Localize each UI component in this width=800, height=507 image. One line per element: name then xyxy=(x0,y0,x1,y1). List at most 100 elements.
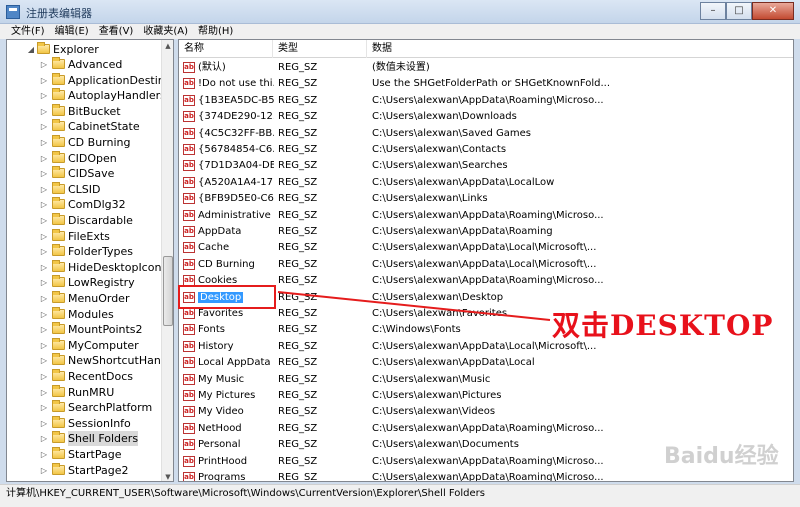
value-row[interactable]: ab My Music REG_SZ C:\Users\alexwan\Music xyxy=(179,372,793,388)
tree-vertical-scrollbar[interactable]: ▲ ▼ xyxy=(161,40,173,481)
minimize-button[interactable]: – xyxy=(700,2,726,20)
menu-view[interactable]: 查看(V) xyxy=(94,24,139,39)
expand-arrow-icon[interactable]: ▷ xyxy=(40,166,48,181)
expand-arrow-icon[interactable]: ▷ xyxy=(40,307,48,322)
value-row[interactable]: ab Local AppData REG_SZ C:\Users\alexwan\Ap… xyxy=(179,355,793,371)
values-list[interactable]: 名称 类型 数据 ab (默认) REG_SZ (数值未设置) ab !Do not us… xyxy=(178,39,794,482)
expand-arrow-icon[interactable]: ▷ xyxy=(40,213,48,228)
menu-favorites[interactable]: 收藏夹(A) xyxy=(138,24,193,39)
expand-arrow-icon[interactable]: ▷ xyxy=(40,369,48,384)
expand-arrow-icon[interactable]: ▷ xyxy=(40,229,48,244)
expand-arrow-icon[interactable]: ▷ xyxy=(40,57,48,72)
tree-item[interactable]: ▷ FolderTypes xyxy=(7,244,167,259)
tree-item[interactable]: ▷ FileExts xyxy=(7,228,167,244)
value-row[interactable]: ab (默认) REG_SZ (数值未设置) xyxy=(179,60,793,76)
tree-item[interactable]: ▷ RunMRU xyxy=(7,384,167,400)
value-row[interactable]: ab NetHood REG_SZ C:\Users\alexwan\AppData\… xyxy=(179,421,793,437)
value-row[interactable]: ab {56784854-C6... REG_SZ C:\Users\alexwan\… xyxy=(179,142,793,158)
column-header-data[interactable]: 数据 xyxy=(367,40,793,58)
value-row[interactable]: ab {4C5C32FF-BB... REG_SZ C:\Users\alexwan\… xyxy=(179,126,793,142)
expand-arrow-icon[interactable]: ▷ xyxy=(40,73,48,88)
tree-item[interactable]: ▷ ApplicationDestinati xyxy=(7,72,173,88)
menu-file[interactable]: 文件(F) xyxy=(6,24,50,39)
value-type: REG_SZ xyxy=(278,422,318,434)
tree-item[interactable]: ▷ Modules xyxy=(7,306,167,322)
tree-item[interactable]: ▷ BitBucket xyxy=(7,103,167,119)
expand-arrow-icon[interactable]: ▷ xyxy=(40,416,48,431)
tree-item[interactable]: ▷ RecentDocs xyxy=(7,369,167,384)
folder-icon xyxy=(52,150,65,163)
column-header-name[interactable]: 名称 xyxy=(179,40,273,58)
value-row[interactable]: ab{A520A1A4-17... REG_SZ C:\Users\alexwan\… xyxy=(179,175,793,191)
registry-tree[interactable]: ◢ Explorer ▷ Advanced ▷ ApplicationDestinat… xyxy=(6,39,174,482)
tree-item[interactable]: ▷ StartPage xyxy=(7,447,167,462)
tree-item[interactable]: ▷ AutoplayHandlers xyxy=(7,88,167,103)
tree-item[interactable]: ▷ Shell Folders xyxy=(7,431,167,447)
tree-item[interactable]: ▷ StartPage2 xyxy=(7,462,167,478)
expand-arrow-icon[interactable]: ▷ xyxy=(40,385,48,400)
value-row[interactable]: ab My Video REG_SZ C:\Users\alexwan\Videos xyxy=(179,404,793,420)
expand-arrow-icon[interactable]: ▷ xyxy=(40,119,48,134)
expand-arrow-icon[interactable]: ▷ xyxy=(40,275,48,290)
tree-item[interactable]: ▷ MenuOrder xyxy=(7,291,167,306)
scroll-up-arrow-icon[interactable]: ▲ xyxy=(162,40,173,52)
folder-icon xyxy=(52,166,65,179)
tree-item[interactable]: ▷ CabinetState xyxy=(7,119,167,134)
value-row[interactable]: ab {374DE290-12... REG_SZ C:\Users\alexwan\… xyxy=(179,109,793,125)
string-value-icon: ab xyxy=(183,144,195,155)
maximize-button[interactable]: □ xyxy=(726,2,752,20)
tree-item[interactable]: ▷ CLSID xyxy=(7,181,167,197)
expand-arrow-icon[interactable]: ▷ xyxy=(40,151,48,166)
tree-item[interactable]: ▷ LowRegistry xyxy=(7,275,167,290)
expand-arrow-icon[interactable]: ▷ xyxy=(40,291,48,306)
expand-arrow-icon[interactable]: ▷ xyxy=(40,88,48,103)
expand-arrow-icon[interactable]: ▷ xyxy=(40,463,48,478)
value-row[interactable]: ab CD Burning REG_SZ C:\Users\alexwan\AppDa… xyxy=(179,257,793,273)
expand-arrow-icon[interactable]: ▷ xyxy=(40,353,48,368)
tree-item[interactable]: ▷ CIDSave xyxy=(7,166,167,181)
menu-help[interactable]: 帮助(H) xyxy=(193,24,238,39)
value-row[interactable]: ab AppData REG_SZ C:\Users\alexwan\AppData\… xyxy=(179,224,793,240)
collapse-arrow-icon[interactable]: ◢ xyxy=(27,42,35,57)
tree-item[interactable]: ▷ MyComputer xyxy=(7,337,167,353)
tree-item[interactable]: ▷ HideDesktopIcons xyxy=(7,259,167,275)
value-row[interactable]: ab My Pictures REG_SZ C:\Users\alexwan\Pict… xyxy=(179,388,793,404)
expand-arrow-icon[interactable]: ▷ xyxy=(40,104,48,119)
expand-arrow-icon[interactable]: ▷ xyxy=(40,400,48,415)
expand-arrow-icon[interactable]: ▷ xyxy=(40,135,48,150)
tree-item-explorer[interactable]: ◢ Explorer xyxy=(7,42,167,57)
scroll-thumb[interactable] xyxy=(163,256,173,326)
value-row[interactable]: ab{BFB9D5E0-C6... REG_SZ C:\Users\alexwan\… xyxy=(179,191,793,207)
value-type: REG_SZ xyxy=(278,78,318,90)
close-button[interactable]: ✕ xyxy=(752,2,794,20)
tree-item-label: MenuOrder xyxy=(68,292,130,305)
value-row[interactable]: ab Cache REG_SZ C:\Users\alexwan\AppData\Lo… xyxy=(179,240,793,256)
tree-item[interactable]: ▷ SearchPlatform xyxy=(7,400,167,415)
expand-arrow-icon[interactable]: ▷ xyxy=(40,260,48,275)
value-row[interactable]: ab{1B3EA5DC-B5... REG_SZ C:\Users\alexwan\… xyxy=(179,93,793,109)
tree-item[interactable]: ▷ ComDlg32 xyxy=(7,197,167,212)
expand-arrow-icon[interactable]: ▷ xyxy=(40,431,48,446)
expand-arrow-icon[interactable]: ▷ xyxy=(40,197,48,212)
scroll-down-arrow-icon[interactable]: ▼ xyxy=(162,471,173,481)
expand-arrow-icon[interactable]: ▷ xyxy=(40,322,48,337)
tree-item[interactable]: ▷ MountPoints2 xyxy=(7,322,167,337)
expand-arrow-icon[interactable]: ▷ xyxy=(40,182,48,197)
tree-item[interactable]: ▷ Discardable xyxy=(7,213,167,228)
expand-arrow-icon[interactable]: ▷ xyxy=(40,447,48,462)
tree-item[interactable]: ▷ NewShortcutHandler xyxy=(7,353,173,368)
value-type: REG_SZ xyxy=(278,258,318,270)
value-row[interactable]: ab !Do not use thi... REG_SZ Use the SHGetF… xyxy=(179,76,793,92)
tree-item[interactable]: ▷ CIDOpen xyxy=(7,150,167,166)
expand-arrow-icon[interactable]: ▷ xyxy=(40,338,48,353)
value-row[interactable]: abAdministrative ... REG_SZ C:\Users\alexw… xyxy=(179,208,793,224)
value-type: REG_SZ xyxy=(278,111,318,123)
tree-item[interactable]: ▷ CD Burning xyxy=(7,135,167,150)
expand-arrow-icon[interactable]: ▷ xyxy=(40,244,48,259)
tree-item[interactable]: ▷ SessionInfo xyxy=(7,415,167,431)
tree-item[interactable]: ▷ Advanced xyxy=(7,57,167,72)
value-row[interactable]: ab{7D1D3A04-DE... REG_SZ C:\Users\alexwan\… xyxy=(179,158,793,174)
menu-edit[interactable]: 编辑(E) xyxy=(50,24,94,39)
column-header-type[interactable]: 类型 xyxy=(273,40,367,58)
value-row[interactable]: ab Programs REG_SZ C:\Users\alexwan\AppData… xyxy=(179,470,793,481)
